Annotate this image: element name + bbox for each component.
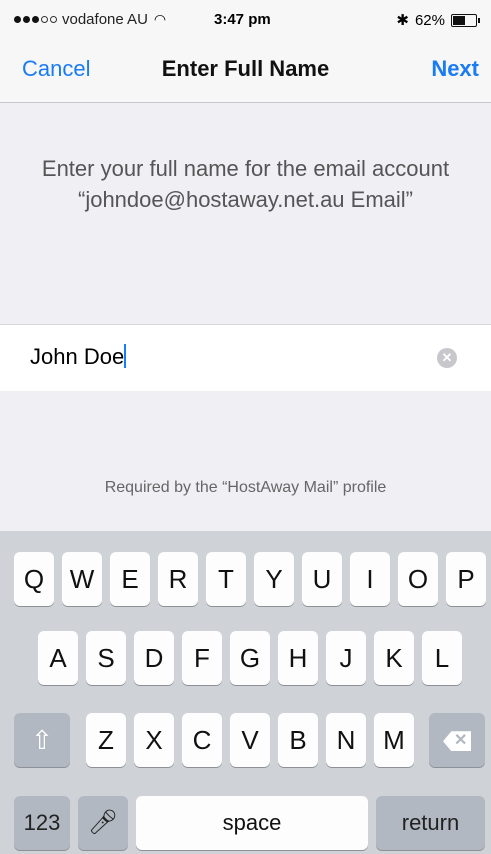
key-v[interactable]: V	[230, 713, 270, 767]
key-i[interactable]: I	[350, 552, 390, 606]
key-p[interactable]: P	[446, 552, 486, 606]
numbers-key[interactable]: 123	[14, 796, 70, 850]
key-d[interactable]: D	[134, 631, 174, 685]
key-q[interactable]: Q	[14, 552, 54, 606]
signal-strength-icon	[14, 16, 57, 23]
info-panel: Enter your full name for the email accou…	[0, 103, 491, 324]
keyboard: Q W E R T Y U I O P A S D F G H J K L ⇧ …	[0, 531, 491, 854]
page-title: Enter Full Name	[161, 56, 330, 81]
key-a[interactable]: A	[38, 631, 78, 685]
next-button[interactable]: Next	[431, 56, 479, 82]
key-w[interactable]: W	[62, 552, 102, 606]
key-h[interactable]: H	[278, 631, 318, 685]
key-g[interactable]: G	[230, 631, 270, 685]
key-y[interactable]: Y	[254, 552, 294, 606]
space-key[interactable]: space	[136, 796, 368, 850]
key-z[interactable]: Z	[86, 713, 126, 767]
navigation-bar: Cancel Enter Full Name Next	[0, 40, 491, 103]
clear-icon[interactable]: ✕	[437, 348, 457, 368]
status-right: ✱ 62%	[396, 11, 480, 29]
full-name-row: John Doe ✕	[0, 324, 491, 392]
status-bar: vodafone AU ◠ 3:47 pm ✱ 62%	[0, 0, 491, 40]
key-n[interactable]: N	[326, 713, 366, 767]
status-left: vodafone AU ◠	[14, 11, 166, 28]
carrier-name: vodafone AU	[62, 11, 148, 28]
return-key[interactable]: return	[376, 796, 485, 850]
key-f[interactable]: F	[182, 631, 222, 685]
key-u[interactable]: U	[302, 552, 342, 606]
bluetooth-icon: ✱	[396, 12, 409, 29]
key-m[interactable]: M	[374, 713, 414, 767]
battery-fill	[453, 15, 466, 25]
battery-icon	[451, 13, 480, 27]
key-r[interactable]: R	[158, 552, 198, 606]
status-time: 3:47 pm	[214, 11, 271, 28]
key-b[interactable]: B	[278, 713, 318, 767]
key-l[interactable]: L	[422, 631, 462, 685]
profile-requirement-text: Required by the “HostAway Mail” profile	[104, 479, 387, 496]
key-e[interactable]: E	[110, 552, 150, 606]
shift-icon: ⇧	[31, 725, 53, 755]
key-j[interactable]: J	[326, 631, 366, 685]
key-s[interactable]: S	[86, 631, 126, 685]
battery-percentage: 62%	[414, 11, 445, 29]
shift-key[interactable]: ⇧	[14, 713, 70, 767]
backspace-icon: ✕	[443, 731, 471, 752]
key-t[interactable]: T	[206, 552, 246, 606]
key-k[interactable]: K	[374, 631, 414, 685]
microphone-key[interactable]: 🎤︎	[78, 796, 128, 850]
backspace-key[interactable]: ✕	[429, 713, 485, 767]
key-x[interactable]: X	[134, 713, 174, 767]
lower-panel: Required by the “HostAway Mail” profile	[0, 391, 491, 531]
microphone-icon: 🎤︎	[87, 809, 119, 836]
key-o[interactable]: O	[398, 552, 438, 606]
wifi-icon: ◠	[153, 11, 167, 27]
text-caret	[124, 344, 127, 368]
instruction-text: Enter your full name for the email accou…	[41, 156, 450, 212]
full-name-field[interactable]: John Doe	[30, 344, 127, 370]
full-name-value: John Doe	[30, 344, 125, 369]
key-c[interactable]: C	[182, 713, 222, 767]
